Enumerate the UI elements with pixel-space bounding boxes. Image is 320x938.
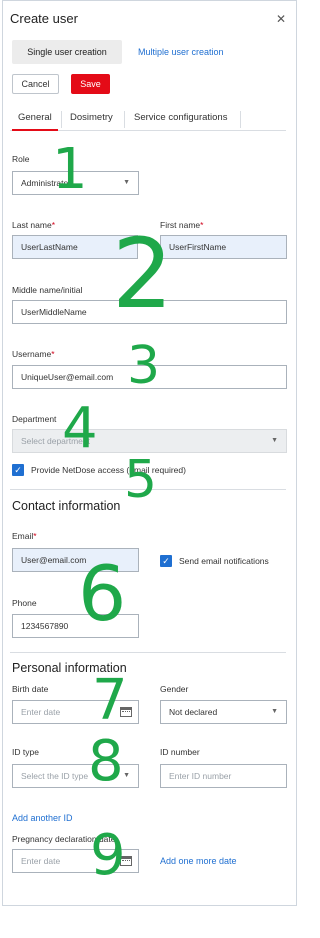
- annotation-number-5: 5: [124, 450, 158, 510]
- annotation-number-3: 3: [127, 336, 161, 396]
- tab-general[interactable]: General: [12, 111, 58, 131]
- single-user-creation-tab[interactable]: Single user creation: [12, 40, 122, 64]
- gender-select[interactable]: Not declared ▼: [160, 700, 287, 724]
- tab-service-configurations[interactable]: Service configurations: [128, 111, 233, 131]
- id-type-label: ID type: [12, 747, 39, 757]
- id-number-label: ID number: [160, 747, 200, 757]
- annotation-number-2: 2: [112, 218, 174, 330]
- netdose-access-checkbox[interactable]: ✓: [12, 464, 24, 476]
- add-one-more-date-link[interactable]: Add one more date: [160, 856, 237, 866]
- email-label: Email*: [12, 531, 37, 541]
- id-number-input[interactable]: Enter ID number: [160, 764, 287, 788]
- annotation-number-8: 8: [88, 729, 124, 794]
- department-label: Department: [12, 414, 57, 424]
- send-email-notifications-checkbox[interactable]: ✓: [160, 555, 172, 567]
- tab-separator: [61, 111, 62, 128]
- contact-information-heading: Contact information: [12, 499, 121, 513]
- id-type-placeholder: Select the ID type: [21, 771, 89, 781]
- annotation-number-7: 7: [92, 668, 128, 733]
- gender-label: Gender: [160, 684, 189, 694]
- birth-date-placeholder: Enter date: [21, 707, 61, 717]
- middle-name-label: Middle name/initial: [12, 285, 83, 295]
- birth-date-label: Birth date: [12, 684, 49, 694]
- annotation-number-9: 9: [90, 823, 126, 888]
- section-divider: [10, 652, 286, 653]
- last-name-label: Last name*: [12, 220, 56, 230]
- phone-label: Phone: [12, 598, 37, 608]
- chevron-down-icon: ▼: [271, 437, 278, 444]
- pregnancy-date-placeholder: Enter date: [21, 856, 61, 866]
- gender-value: Not declared: [169, 707, 218, 717]
- annotation-number-4: 4: [62, 396, 98, 461]
- annotation-number-6: 6: [78, 549, 127, 638]
- multiple-user-creation-tab[interactable]: Multiple user creation: [128, 40, 234, 64]
- save-button[interactable]: Save: [71, 74, 110, 94]
- add-another-id-link[interactable]: Add another ID: [12, 813, 73, 823]
- id-number-placeholder: Enter ID number: [169, 771, 232, 781]
- dialog-title: Create user: [10, 11, 78, 26]
- chevron-down-icon: ▼: [123, 179, 130, 186]
- first-name-input[interactable]: UserFirstName: [160, 235, 287, 259]
- tab-separator: [240, 111, 241, 128]
- tab-dosimetry[interactable]: Dosimetry: [64, 111, 119, 131]
- netdose-access-label: Provide NetDose access (email required): [31, 465, 186, 475]
- annotation-number-1: 1: [52, 137, 88, 202]
- chevron-down-icon: ▼: [271, 708, 278, 715]
- chevron-down-icon: ▼: [123, 772, 130, 779]
- send-email-notifications-label: Send email notifications: [179, 556, 269, 566]
- cancel-button[interactable]: Cancel: [12, 74, 59, 94]
- username-label: Username*: [12, 349, 55, 359]
- role-label: Role: [12, 154, 30, 164]
- close-icon[interactable]: ✕: [276, 12, 286, 26]
- tab-separator: [124, 111, 125, 128]
